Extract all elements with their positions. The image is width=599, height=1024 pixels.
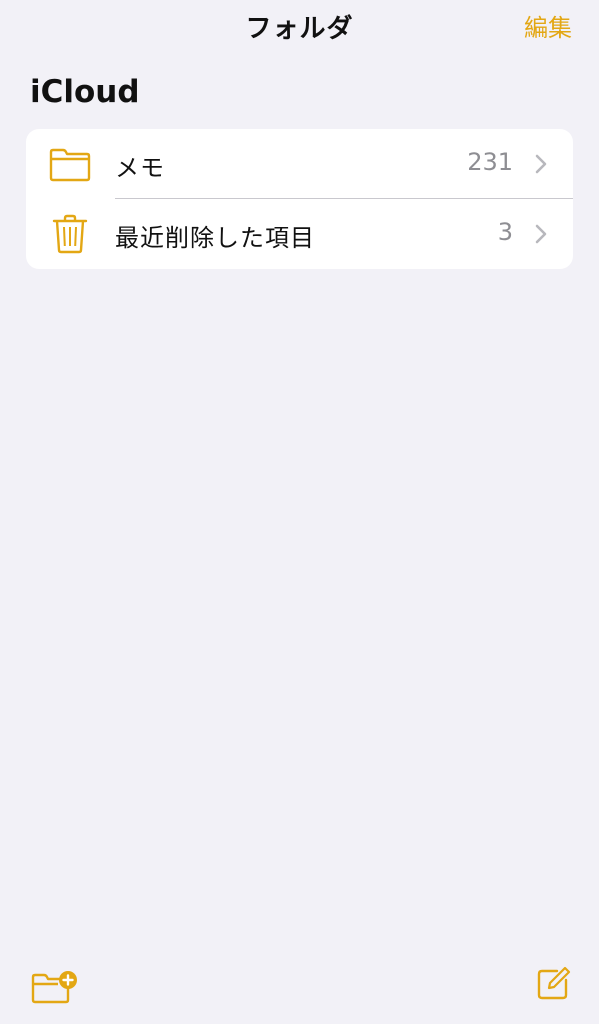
- folder-list: メモ 231 最近削除した項目 3: [26, 129, 573, 269]
- new-folder-icon: [31, 971, 77, 1004]
- folder-count: 231: [467, 148, 513, 176]
- compose-button[interactable]: [535, 966, 571, 1002]
- trash-icon: [48, 213, 92, 255]
- new-folder-button[interactable]: [30, 968, 80, 1008]
- folder-icon: [48, 143, 92, 185]
- bottom-toolbar: [0, 954, 599, 1024]
- compose-icon: [537, 966, 571, 1000]
- folder-row-notes[interactable]: メモ 231: [26, 129, 573, 199]
- folder-row-recently-deleted[interactable]: 最近削除した項目 3: [26, 199, 573, 269]
- edit-button[interactable]: 編集: [524, 8, 572, 43]
- page-title: フォルダ: [245, 14, 354, 44]
- chevron-right-icon: [534, 153, 548, 175]
- folder-label: メモ: [115, 154, 165, 182]
- section-title-icloud: iCloud: [30, 74, 140, 110]
- navigation-bar: フォルダ 編集: [0, 0, 599, 60]
- folder-label: 最近削除した項目: [115, 224, 315, 252]
- chevron-right-icon: [534, 223, 548, 245]
- folder-count: 3: [497, 218, 513, 246]
